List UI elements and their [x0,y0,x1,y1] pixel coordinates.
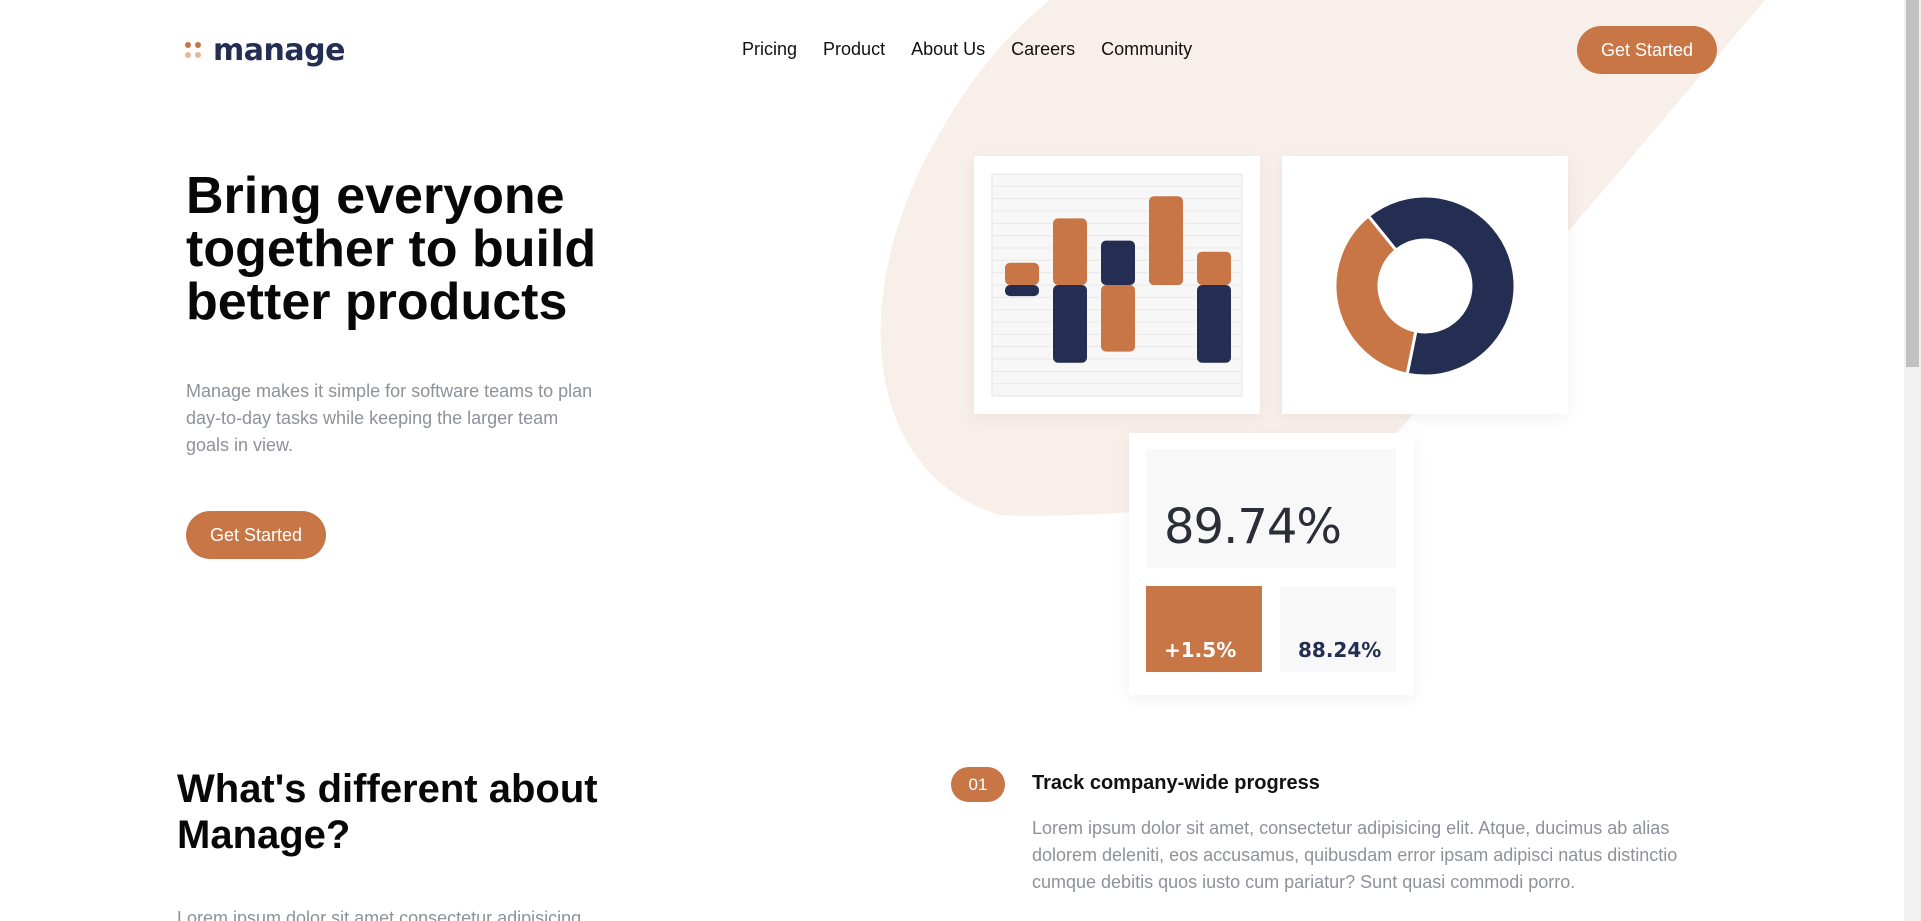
header-get-started-button[interactable]: Get Started [1577,26,1717,74]
stat-change-value: +1.5% [1164,638,1237,662]
hero-description: Manage makes it simple for software team… [186,381,593,455]
stat-main-tile: 89.74% [1146,449,1396,568]
nav-item-product[interactable]: Product [823,39,885,60]
nav-item-careers[interactable]: Careers [1011,39,1075,60]
bar-series-1-1 [1005,262,1039,285]
bar-series-2-2 [1053,285,1087,363]
scrollbar-thumb[interactable] [1906,0,1919,367]
stats-card: 89.74% +1.5% 88.24% [1129,433,1414,695]
feature-text: Lorem ipsum dolor sit amet, consectetur … [1032,818,1678,892]
bar-chart-card [974,156,1260,414]
stat-change-tile: +1.5% [1146,586,1262,672]
feature-title: Track company-wide progress [1032,772,1320,794]
page-scrollbar[interactable] [1904,0,1921,921]
feature-number-badge: 01 [951,767,1005,802]
main-nav: Pricing Product About Us Careers Communi… [742,39,1218,60]
features-title: What's different about Manage? [177,767,598,857]
bar-series-2-3 [1101,240,1135,285]
bar-series-1-3 [1101,285,1135,352]
features-description: Lorem ipsum dolor sit amet consectetur a… [177,908,582,921]
nav-item-about-us[interactable]: About Us [911,39,985,60]
bar-series-1-5 [1197,251,1231,285]
stat-secondary-tile: 88.24% [1280,586,1396,672]
bar-series-2-1 [1005,285,1039,297]
bar-chart [991,173,1243,397]
bar-series-1-2 [1053,218,1087,285]
donut-chart [1333,194,1517,378]
landing-page: manage Pricing Product About Us Careers … [0,0,1904,921]
stat-secondary-value: 88.24% [1298,638,1382,662]
logo-dots-icon [185,40,205,60]
bar-series-2-5 [1197,285,1231,363]
logo[interactable]: manage [185,32,345,68]
bar-series-1-4 [1149,196,1183,285]
logo-text: manage [213,32,345,68]
hero-title: Bring everyone together to build better … [186,167,597,331]
donut-chart-card [1282,156,1568,414]
hero-get-started-button[interactable]: Get Started [186,511,326,559]
nav-item-pricing[interactable]: Pricing [742,39,797,60]
stat-main-value: 89.74% [1164,499,1342,555]
nav-item-community[interactable]: Community [1101,39,1192,60]
